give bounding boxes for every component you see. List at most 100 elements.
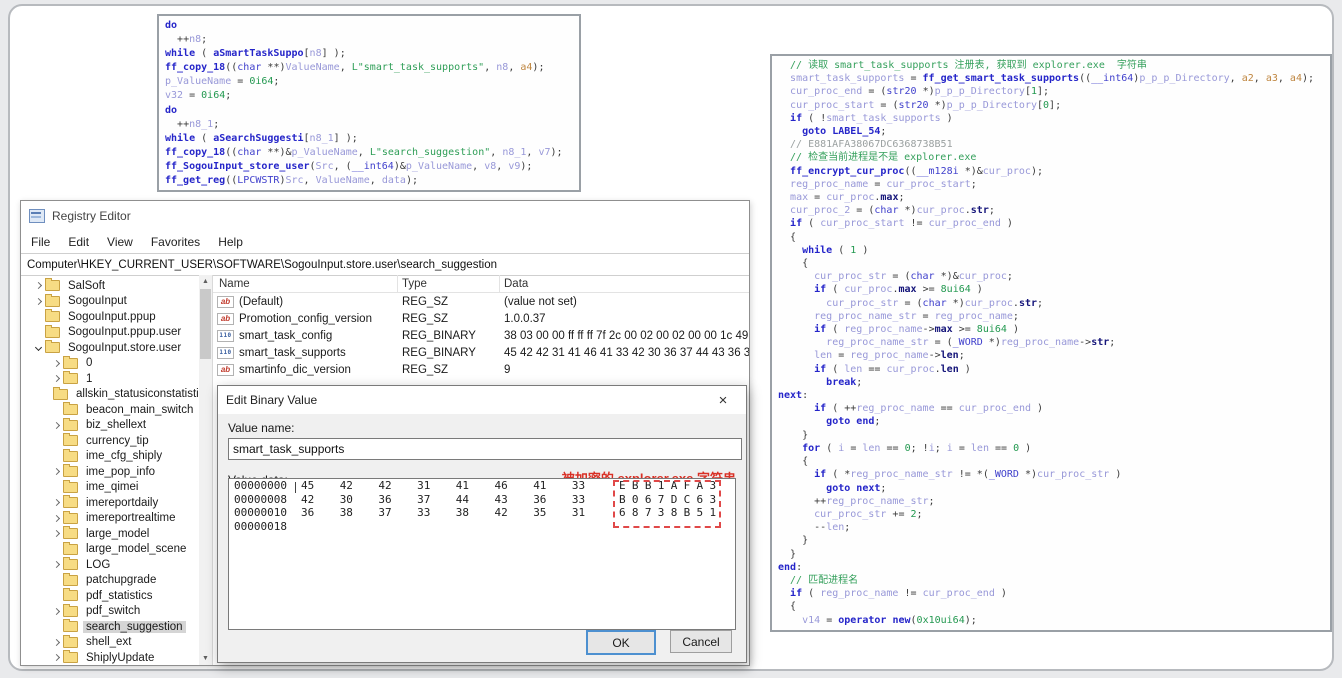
chevron-right-icon[interactable] [51, 359, 61, 367]
code-line: if ( ++reg_proc_name == cur_proc_end ) [814, 403, 1044, 415]
tree-item-1[interactable]: 1 [21, 371, 199, 387]
tree-item-SogouInput.ppup[interactable]: SogouInput.ppup [21, 309, 199, 325]
chevron-right-icon[interactable] [51, 499, 61, 507]
tree-item-0[interactable]: 0 [21, 355, 199, 372]
value-name: Promotion_config_version [239, 312, 372, 325]
tree-scrollbar[interactable]: ▲ ▼ [199, 275, 212, 665]
registry-titlebar[interactable]: Registry Editor [21, 201, 749, 231]
chevron-right-icon[interactable] [51, 375, 61, 383]
chevron-right-icon[interactable] [51, 638, 61, 646]
tree-item-SogouInput.ppup.user[interactable]: SogouInput.ppup.user [21, 324, 199, 341]
column-header-data[interactable]: Data [500, 275, 749, 292]
code-line: smart_task_supports = ff_get_smart_task_… [790, 73, 1315, 85]
cancel-button[interactable]: Cancel [670, 630, 732, 653]
tree-item-ime_pop_info[interactable]: ime_pop_info [21, 464, 199, 480]
chevron-right-icon[interactable] [33, 282, 43, 290]
folder-icon [53, 386, 68, 400]
menu-item-help[interactable]: Help [218, 235, 243, 249]
chevron-right-icon[interactable] [51, 468, 61, 476]
tree-item-ShiplyUpdate[interactable]: ShiplyUpdate [21, 650, 199, 665]
folder-icon [45, 293, 60, 307]
scroll-up-icon[interactable]: ▲ [199, 275, 212, 288]
tree-item-pdf_switch[interactable]: pdf_switch [21, 603, 199, 620]
folder-icon [63, 572, 78, 586]
code-line: end: [778, 561, 803, 573]
tree-item-SalSoft[interactable]: SalSoft [21, 278, 199, 294]
code-line: if ( reg_proc_name != cur_proc_end ) [790, 588, 1007, 600]
hex-byte: 38 [455, 506, 470, 520]
close-icon[interactable]: × [708, 388, 738, 412]
value-row-Promotion_config_version[interactable]: ab Promotion_config_version REG_SZ 1.0.0.37 [213, 310, 749, 327]
value-data: 38 03 00 00 ff ff ff 7f 2c 00 02 00 02 0… [504, 329, 749, 342]
tree-item-imereportdaily[interactable]: imereportdaily [21, 495, 199, 511]
string-value-icon: ab [217, 312, 234, 325]
tree-item-biz_shellext[interactable]: biz_shellext [21, 417, 199, 434]
hex-editor[interactable]: 00000000 45 42 42 31 41 46 41 33 EBB1AFA3 00000008… [228, 478, 736, 630]
hex-byte: 42 [301, 492, 315, 506]
value-row-smart_task_supports[interactable]: 110 smart_task_supports REG_BINARY 45 42 42… [213, 344, 749, 361]
column-header-type[interactable]: Type [398, 275, 500, 292]
chevron-right-icon[interactable] [51, 561, 61, 569]
menu-item-edit[interactable]: Edit [68, 235, 89, 249]
tree-item-search_suggestion[interactable]: search_suggestion [21, 619, 199, 635]
tree-item-label: allskin_statusiconstatistics [76, 388, 199, 401]
tree-item-label: imereportdaily [86, 496, 159, 509]
tree-item-SogouInput.store.user[interactable]: SogouInput.store.user [21, 340, 199, 356]
tree-item-beacon_main_switch[interactable]: beacon_main_switch [21, 402, 199, 418]
column-header-name[interactable]: Name [213, 275, 398, 292]
tree-item-large_model_scene[interactable]: large_model_scene [21, 541, 199, 558]
tree-item-allskin_statusiconstatistics[interactable]: allskin_statusiconstatistics [21, 386, 199, 403]
tree-item-patchupgrade[interactable]: patchupgrade [21, 572, 199, 589]
menu-item-file[interactable]: File [31, 235, 50, 249]
ok-button[interactable]: OK [586, 630, 656, 655]
tree-item-label: ShiplyUpdate [86, 651, 155, 664]
tree-item-label: imereportrealtime [86, 512, 176, 525]
hex-offset: 00000000 [234, 479, 287, 492]
code-line: v14 = operator new(0x10ui64); [802, 614, 977, 626]
chevron-right-icon[interactable] [51, 421, 61, 429]
dialog-titlebar[interactable]: Edit Binary Value × [218, 386, 746, 414]
tree-item-label: SogouInput [68, 295, 127, 308]
value-row-smartinfo_dic_version[interactable]: ab smartinfo_dic_version REG_SZ 9 [213, 361, 749, 378]
code-line: ff_copy_18((char **)ValueName, L"smart_t… [165, 62, 545, 74]
tree-item-currency_tip[interactable]: currency_tip [21, 433, 199, 449]
scroll-down-icon[interactable]: ▼ [199, 652, 212, 665]
tree-item-SogouInput[interactable]: SogouInput [21, 293, 199, 310]
menu-item-view[interactable]: View [107, 235, 133, 249]
chevron-right-icon[interactable] [51, 514, 61, 522]
chevron-right-icon[interactable] [51, 607, 61, 615]
hex-byte: 33 [417, 506, 431, 520]
tree-item-pdf_statistics[interactable]: pdf_statistics [21, 588, 199, 604]
window-title: Registry Editor [52, 209, 131, 223]
tree-item-label: large_model [86, 527, 150, 540]
folder-icon [63, 464, 78, 478]
scrollbar-thumb[interactable] [200, 289, 211, 359]
chevron-right-icon[interactable] [51, 530, 61, 538]
value-row-smart_task_config[interactable]: 110 smart_task_config REG_BINARY 38 03 00 0… [213, 327, 749, 344]
tree-item-shell_ext[interactable]: shell_ext [21, 634, 199, 651]
tree-item-LOG[interactable]: LOG [21, 557, 199, 573]
value-row-Default[interactable]: ab (Default) REG_SZ (value not set) [213, 293, 749, 310]
value-name-field[interactable] [228, 438, 742, 460]
hex-byte: 31 [417, 479, 431, 492]
tree-item-ime_qimei[interactable]: ime_qimei [21, 479, 199, 496]
code-line: max = cur_proc.max; [790, 192, 905, 204]
tree-item-label: ime_pop_info [86, 465, 156, 478]
tree-item-imereportrealtime[interactable]: imereportrealtime [21, 510, 199, 527]
hex-byte: 36 [378, 492, 392, 506]
chevron-down-icon[interactable] [33, 344, 43, 352]
menu-item-favorites[interactable]: Favorites [151, 235, 200, 249]
registry-address-bar[interactable]: Computer\HKEY_CURRENT_USER\SOFTWARE\Sogo… [21, 253, 749, 276]
chevron-right-icon[interactable] [51, 654, 61, 662]
tree-item-label: currency_tip [86, 434, 149, 447]
tree-item-large_model[interactable]: large_model [21, 526, 199, 542]
code-line: next: [778, 390, 809, 402]
hex-byte: 31 [571, 506, 586, 520]
hex-byte: 38 [339, 506, 353, 520]
chevron-right-icon[interactable] [33, 297, 43, 305]
tree-item-label: search_suggestion [83, 620, 186, 633]
code-line: len = reg_proc_name->len; [814, 350, 965, 362]
folder-icon [63, 588, 78, 602]
code-line: do [165, 104, 178, 116]
tree-item-ime_cfg_shiply[interactable]: ime_cfg_shiply [21, 448, 199, 465]
